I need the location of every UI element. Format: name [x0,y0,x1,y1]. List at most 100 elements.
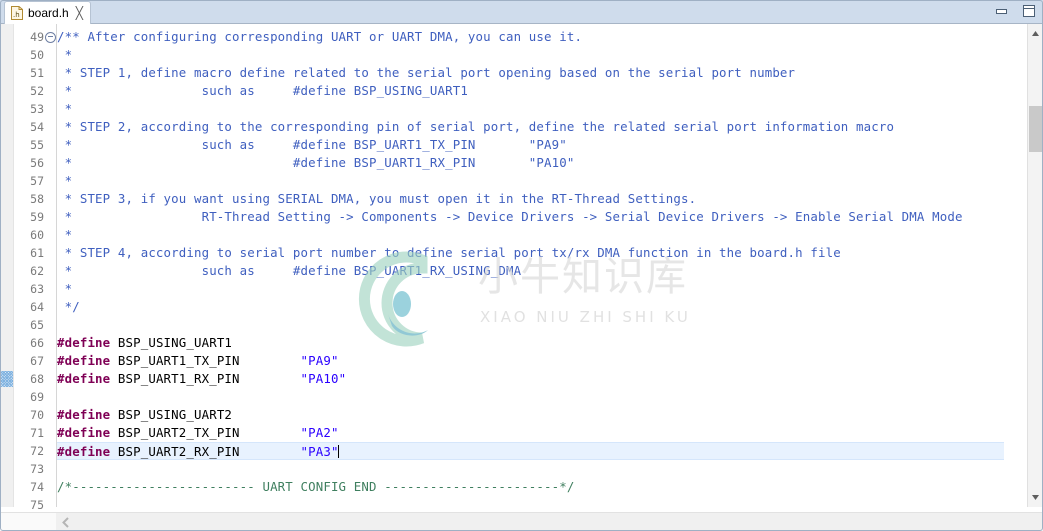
line-number: 71 [30,426,44,440]
vertical-scroll-thumb[interactable] [1029,106,1042,152]
doc-comment-text: /** After configuring corresponding UART… [57,29,583,44]
line-number: 61 [30,246,44,260]
code-line[interactable]: * [57,172,1004,190]
preprocessor-keyword: #define [57,371,111,386]
line-number: 50 [30,48,44,62]
line-number: 55 [30,138,44,152]
tab-title: board.h [28,6,69,20]
scroll-down-icon[interactable] [1028,490,1043,505]
horizontal-scrollbar[interactable] [0,512,1043,531]
line-number-gutter: 49 50 51 52 53 54 55 56 57 58 59 60 61 62 63 64 65 66 67 68… [14,24,44,512]
code-line[interactable]: * STEP 1, define macro define related to… [57,64,1004,82]
vertical-scrollbar[interactable] [1027,24,1043,507]
line-number: 67 [30,354,44,368]
code-line[interactable]: #define BSP_USING_UART1 [57,334,1004,352]
line-number: 60 [30,228,44,242]
line-number: 69 [30,390,44,404]
code-line[interactable]: * [57,226,1004,244]
code-line[interactable]: /** After configuring corresponding UART… [57,28,1004,46]
collapse-fold-icon[interactable] [45,32,56,43]
macro-name: BSP_USING_UART2 [110,407,233,422]
code-line[interactable] [57,496,1004,507]
code-line[interactable]: * STEP 4, according to serial port numbe… [57,244,1004,262]
code-line[interactable]: * [57,100,1004,118]
line-number: 74 [30,480,44,494]
maximize-icon[interactable] [1020,3,1037,19]
code-line[interactable]: * such as #define BSP_UART1_RX_USING_DMA [57,262,1004,280]
doc-comment-text: * STEP 3, if you want using SERIAL DMA, … [57,191,697,206]
code-line[interactable]: * such as #define BSP_UART1_TX_PIN "PA9" [57,136,1004,154]
code-line[interactable] [57,316,1004,334]
line-number: 73 [30,462,44,476]
code-line[interactable]: #define BSP_UART2_TX_PIN "PA2" [57,424,1004,442]
line-number: 68 [30,372,44,386]
doc-comment-text: * STEP 2, according to the corresponding… [57,119,895,134]
line-number: 57 [30,174,44,188]
preprocessor-keyword: #define [57,444,111,459]
line-number: 70 [30,408,44,422]
line-number: 66 [30,336,44,350]
code-line[interactable] [57,388,1004,406]
preprocessor-keyword: #define [57,335,111,350]
svg-text:.h: .h [13,11,20,19]
doc-comment-text: * #define BSP_UART1_RX_PIN "PA10" [57,155,575,170]
macro-name: BSP_UART1_TX_PIN [110,353,240,368]
line-number: 58 [30,192,44,206]
line-number: 49 [30,30,44,44]
annotation-marker[interactable] [1,371,13,387]
code-line[interactable]: * STEP 2, according to the corresponding… [57,118,1004,136]
doc-comment-text: */ [57,299,80,314]
code-line[interactable]: #define BSP_UART1_TX_PIN "PA9" [57,352,1004,370]
doc-comment-text: * [57,101,73,116]
tab-board-h[interactable]: .h board.h ╳ [4,1,91,24]
code-line[interactable]: /*------------------------ UART CONFIG E… [57,478,1004,496]
line-number: 52 [30,84,44,98]
code-line[interactable]: * [57,280,1004,298]
code-line[interactable]: * such as #define BSP_USING_UART1 [57,82,1004,100]
line-number: 56 [30,156,44,170]
preprocessor-keyword: #define [57,407,111,422]
doc-comment-text: * [57,281,73,296]
doc-comment-text: * RT-Thread Setting -> Components -> Dev… [57,209,963,224]
doc-comment-text: * such as #define BSP_UART1_TX_PIN "PA9" [57,137,567,152]
code-line[interactable]: #define BSP_UART2_RX_PIN "PA3" [57,442,1004,460]
window-controls [993,3,1037,19]
preprocessor-keyword: #define [57,425,111,440]
folding-column[interactable] [44,24,56,507]
text-cursor [337,445,339,458]
macro-name: BSP_UART2_RX_PIN [110,444,240,459]
code-line[interactable]: * STEP 3, if you want using SERIAL DMA, … [57,190,1004,208]
editor-body: 49 50 51 52 53 54 55 56 57 58 59 60 61 62 63 64 65 66 67 68… [0,24,1043,531]
line-number: 53 [30,102,44,116]
minimize-icon[interactable] [993,3,1010,19]
close-icon[interactable]: ╳ [76,7,83,19]
scroll-left-icon[interactable] [58,514,74,530]
scroll-up-icon[interactable] [1028,26,1043,41]
preprocessor-keyword: #define [57,353,111,368]
doc-comment-text: * such as #define BSP_UART1_RX_USING_DMA [57,263,522,278]
line-number: 72 [30,444,44,458]
doc-comment-text: * [57,227,73,242]
annotation-ruler[interactable] [0,24,14,507]
macro-name: BSP_UART2_TX_PIN [110,425,240,440]
code-line[interactable]: #define BSP_UART1_RX_PIN "PA10" [57,370,1004,388]
code-line[interactable] [57,460,1004,478]
code-line[interactable]: * #define BSP_UART1_RX_PIN "PA10" [57,154,1004,172]
scrollbar-corner [0,513,56,531]
macro-name: BSP_UART1_RX_PIN [110,371,240,386]
editor-window: .h board.h ╳ 49 50 51 52 53 54 55 56 57 … [0,0,1043,531]
code-line[interactable]: * RT-Thread Setting -> Components -> Dev… [57,208,1004,226]
doc-comment-text: * STEP 1, define macro define related to… [57,65,796,80]
code-line[interactable]: * [57,46,1004,64]
macro-name: BSP_USING_UART1 [110,335,233,350]
code-line[interactable]: */ [57,298,1004,316]
code-text-area[interactable]: /** After configuring corresponding UART… [57,24,1004,507]
code-line[interactable]: #define BSP_USING_UART2 [57,406,1004,424]
block-comment-text: /*------------------------ UART CONFIG E… [57,479,575,494]
doc-comment-text: * STEP 4, according to serial port numbe… [57,245,841,260]
line-number: 54 [30,120,44,134]
string-literal: "PA2" [300,425,339,440]
